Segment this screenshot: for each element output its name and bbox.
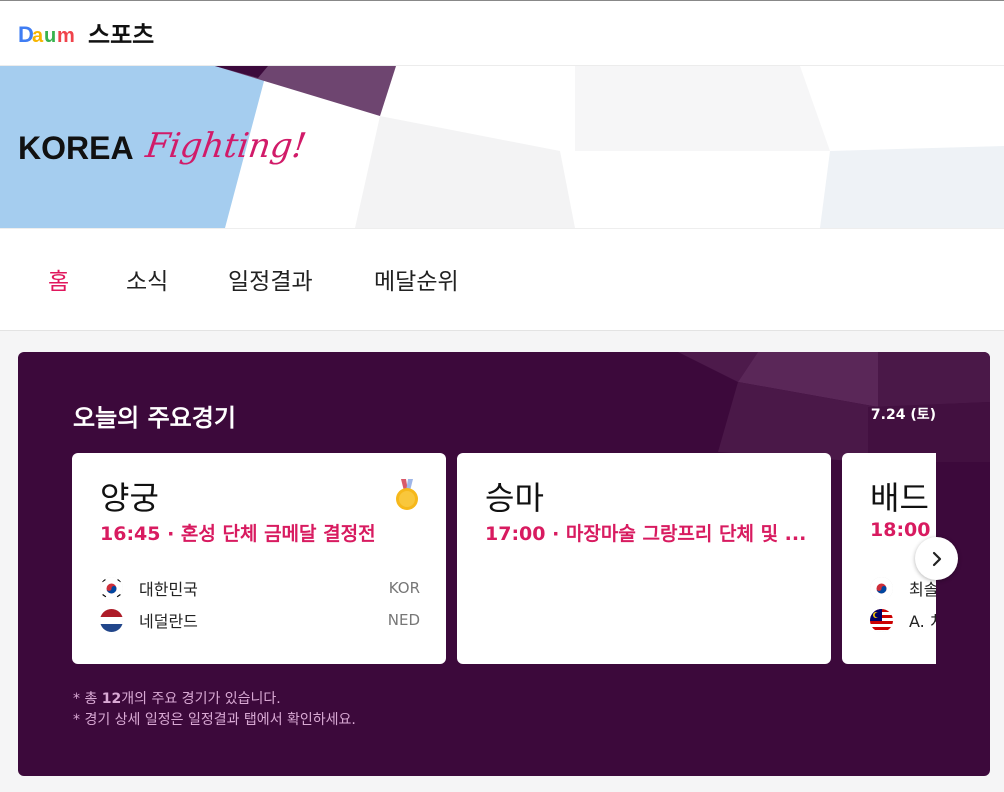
team-row: 최솔 [870,576,936,600]
tab-news[interactable]: 소식 [126,262,168,296]
team-code: NED [387,611,420,629]
note-suffix: 개의 주요 경기가 있습니다. [121,691,281,707]
card-time-event: 16:45 · 혼성 단체 금메달 결정전 [100,523,376,545]
carousel-next-button[interactable] [915,537,958,580]
team-name: A. 치 [909,612,936,631]
schedule-guide-note: * 경기 상세 일정은 일정결과 탭에서 확인하세요. [73,712,356,728]
today-main-events-panel: 오늘의 주요경기 7.24 (토) 양궁 16:45 · 혼성 단체 금메달 결… [18,352,990,776]
svg-text:a: a [32,25,44,47]
note-prefix: * 총 [73,691,102,707]
event-card[interactable]: 승마 17:00 · 마장마술 그랑프리 단체 및 ... [457,453,831,664]
banner-fighting-text: Fighting! [143,126,309,166]
card-sport: 양궁 [100,479,159,517]
gold-medal-icon [394,479,420,515]
top-bar: D a u m 스포츠 [0,0,1004,66]
banner-korea-text: KOREA [18,130,134,166]
events-count-note: * 총 12개의 주요 경기가 있습니다. [73,688,281,708]
team-row: A. 치 [870,608,936,632]
tab-home[interactable]: 홈 [48,262,69,296]
team-row: 네덜란드 [100,608,198,632]
svg-text:m: m [57,25,75,47]
netherlands-flag-icon [100,608,123,632]
note-count: 12 [101,691,122,707]
page-title[interactable]: 스포츠 [88,15,154,50]
team-name: 네덜란드 [139,612,198,631]
card-time-event: 17:00 · 마장마술 그랑프리 단체 및 ... [485,523,807,545]
event-card[interactable]: 양궁 16:45 · 혼성 단체 금메달 결정전 대한민국 KOR 네덜란드 N… [72,453,446,664]
card-sport: 배드 [870,479,929,517]
daum-logo-icon: D a u m [18,22,75,47]
malaysia-flag-icon [870,608,893,632]
korea-flag-icon [100,576,123,600]
card-sport: 승마 [485,479,544,517]
main-nav: 홈 소식 일정결과 메달순위 [0,228,1004,331]
daum-logo[interactable]: D a u m [18,21,80,47]
team-name: 대한민국 [139,580,198,599]
korea-flag-icon [870,576,893,600]
olympic-banner: KOREA Fighting! [0,66,1004,228]
team-code: KOR [388,579,420,597]
card-time-event: 18:00 · [870,519,936,541]
tab-schedule-results[interactable]: 일정결과 [228,262,313,296]
tab-medal-ranking[interactable]: 메달순위 [374,262,459,296]
svg-text:u: u [44,25,56,47]
chevron-right-icon [932,551,941,566]
team-row: 대한민국 [100,576,198,600]
